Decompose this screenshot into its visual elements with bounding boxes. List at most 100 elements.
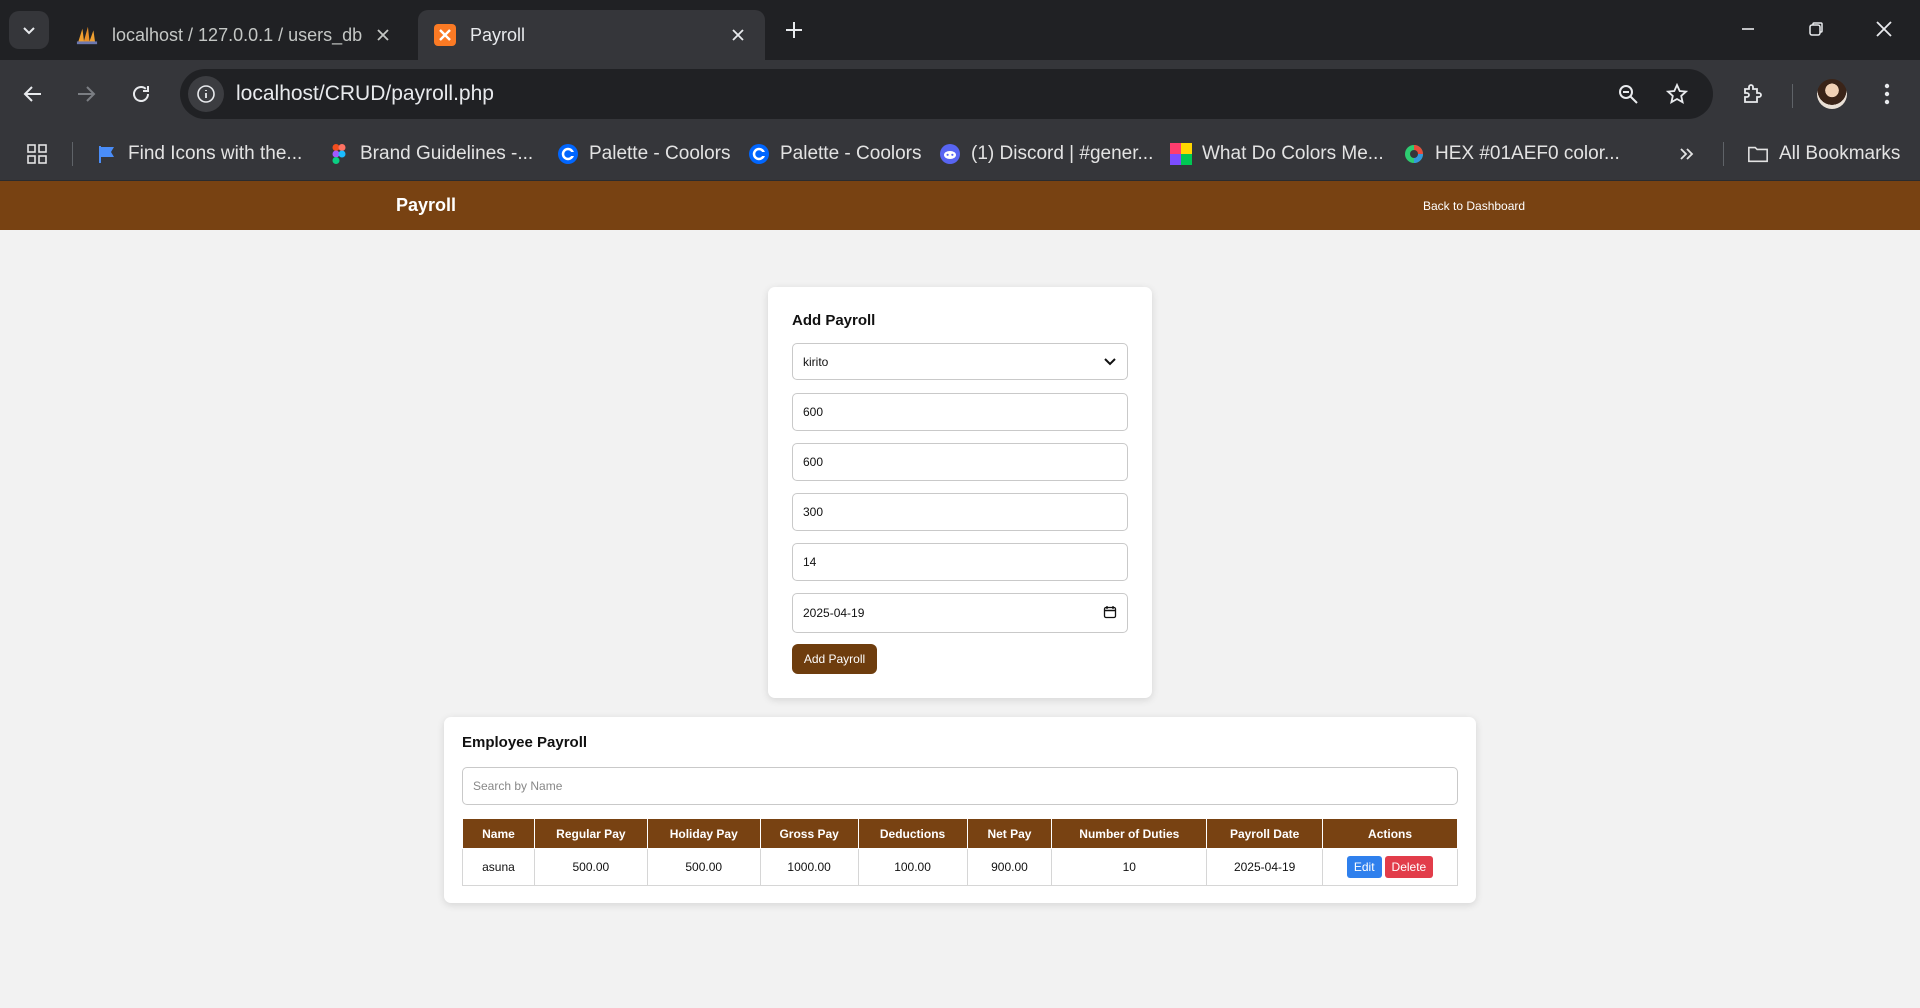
bookmark-star-button[interactable]: [1663, 80, 1691, 108]
deductions-input[interactable]: 300: [792, 493, 1128, 531]
minimize-button[interactable]: [1733, 14, 1763, 44]
edit-button[interactable]: Edit: [1346, 856, 1382, 878]
profile-avatar[interactable]: [1817, 79, 1847, 109]
forward-button[interactable]: [70, 78, 102, 110]
apps-grid-icon: [27, 144, 47, 164]
chevron-down-icon: [1104, 358, 1116, 366]
add-payroll-button[interactable]: Add Payroll: [792, 644, 877, 674]
toolbar-divider: [1792, 84, 1793, 108]
close-icon: [1876, 21, 1892, 37]
employee-select[interactable]: kirito: [792, 343, 1128, 380]
calendar-icon[interactable]: [1103, 605, 1117, 619]
employee-payroll-card: Employee Payroll Search by Name Name Reg…: [444, 717, 1476, 903]
browser-toolbar: localhost/CRUD/payroll.php: [0, 60, 1920, 128]
web-page: Payroll Back to Dashboard Add Payroll ki…: [0, 181, 1920, 1008]
tab-search-button[interactable]: [9, 11, 49, 49]
apps-button[interactable]: [26, 140, 48, 168]
chevron-double-right-icon: [1680, 148, 1694, 160]
all-bookmarks-button[interactable]: All Bookmarks: [1747, 140, 1900, 168]
discord-icon: [939, 143, 961, 165]
tab-title: Payroll: [470, 24, 526, 45]
cell-actions: Edit Delete: [1322, 848, 1458, 886]
zoom-button[interactable]: [1614, 80, 1642, 108]
more-vertical-icon: [1884, 83, 1890, 105]
color-wheel-icon: [1403, 143, 1425, 165]
reload-button[interactable]: [125, 78, 157, 110]
payroll-date-value: 2025-04-19: [803, 606, 865, 620]
cell-holiday-pay: 500.00: [646, 848, 761, 886]
delete-button[interactable]: Delete: [1384, 856, 1434, 878]
page-title: Payroll: [396, 195, 457, 215]
column-header: Number of Duties: [1051, 818, 1208, 849]
address-bar[interactable]: localhost/CRUD/payroll.php: [180, 69, 1713, 119]
column-header: Holiday Pay: [646, 818, 761, 849]
puzzle-icon: [1744, 84, 1762, 103]
employee-select-value: kirito: [803, 354, 829, 369]
cell-gross-pay: 1000.00: [759, 848, 859, 886]
cell-deductions: 100.00: [857, 848, 968, 886]
star-icon: [1666, 83, 1688, 104]
close-window-button[interactable]: [1869, 14, 1899, 44]
extensions-button[interactable]: [1737, 78, 1769, 110]
menu-button[interactable]: [1871, 78, 1903, 110]
bookmark-item[interactable]: Find Icons with the...: [96, 140, 302, 168]
cell-name: asuna: [462, 848, 535, 886]
payroll-date-input[interactable]: 2025-04-19: [792, 593, 1128, 633]
figma-icon: [328, 143, 350, 165]
folder-icon: [1747, 143, 1769, 165]
column-header: Net Pay: [966, 818, 1053, 849]
tab-payroll[interactable]: Payroll: [418, 10, 765, 60]
table-row: asuna 500.00 500.00 1000.00 100.00 900.0…: [462, 848, 1458, 886]
flag-icon: [96, 143, 118, 165]
column-header: Payroll Date: [1206, 818, 1324, 849]
close-icon[interactable]: [372, 24, 394, 46]
new-tab-button[interactable]: [780, 16, 808, 44]
bookmark-item[interactable]: (1) Discord | #gener...: [939, 140, 1153, 168]
holiday-pay-value: 600: [803, 455, 824, 469]
bookmark-item[interactable]: Palette - Coolors: [557, 140, 731, 168]
duties-input[interactable]: 14: [792, 543, 1128, 581]
color-grid-icon: [1170, 143, 1192, 165]
bookmarks-divider: [72, 142, 73, 166]
bookmarks-divider: [1723, 142, 1724, 166]
column-header: Deductions: [857, 818, 968, 849]
coolors-icon: [748, 143, 770, 165]
close-icon[interactable]: [727, 24, 749, 46]
add-payroll-card: Add Payroll kirito 600 600 300 14 2025-0…: [768, 287, 1152, 698]
phpmyadmin-icon: [76, 24, 98, 46]
column-header: Name: [462, 818, 535, 849]
reload-icon: [133, 86, 149, 102]
tab-phpmyadmin[interactable]: localhost / 127.0.0.1 / users_db: [60, 10, 410, 60]
payroll-table: Name Regular Pay Holiday Pay Gross Pay D…: [462, 818, 1458, 886]
table-header-row: Name Regular Pay Holiday Pay Gross Pay D…: [462, 818, 1458, 849]
site-info-button[interactable]: [188, 76, 224, 112]
back-to-dashboard-link[interactable]: Back to Dashboard: [1423, 199, 1525, 213]
xampp-icon: [434, 24, 456, 46]
column-header: Gross Pay: [759, 818, 859, 849]
bookmark-label: Palette - Coolors: [780, 143, 922, 164]
restore-button[interactable]: [1801, 14, 1831, 44]
coolors-icon: [557, 143, 579, 165]
tab-title: localhost / 127.0.0.1 / users_db: [112, 24, 363, 45]
search-input[interactable]: Search by Name: [462, 767, 1458, 805]
holiday-pay-input[interactable]: 600: [792, 443, 1128, 481]
bookmark-item[interactable]: HEX #01AEF0 color...: [1403, 140, 1620, 168]
bookmark-label: Find Icons with the...: [128, 143, 303, 164]
more-bookmarks-button[interactable]: [1678, 140, 1696, 168]
regular-pay-input[interactable]: 600: [792, 393, 1128, 431]
plus-icon: [786, 22, 802, 38]
regular-pay-value: 600: [803, 405, 824, 419]
bookmark-label: HEX #01AEF0 color...: [1435, 143, 1620, 164]
bookmark-item[interactable]: Brand Guidelines -...: [328, 140, 533, 168]
restore-icon: [1809, 22, 1823, 36]
minimize-icon: [1742, 28, 1754, 30]
info-icon: [197, 85, 215, 103]
cell-net-pay: 900.00: [966, 848, 1053, 886]
back-button[interactable]: [17, 78, 49, 110]
form-title: Add Payroll: [792, 312, 876, 329]
chevron-down-icon: [23, 27, 35, 35]
zoom-icon: [1619, 85, 1638, 104]
bookmark-item[interactable]: Palette - Coolors: [748, 140, 922, 168]
bookmark-item[interactable]: What Do Colors Me...: [1170, 140, 1384, 168]
cell-payroll-date: 2025-04-19: [1206, 848, 1324, 886]
